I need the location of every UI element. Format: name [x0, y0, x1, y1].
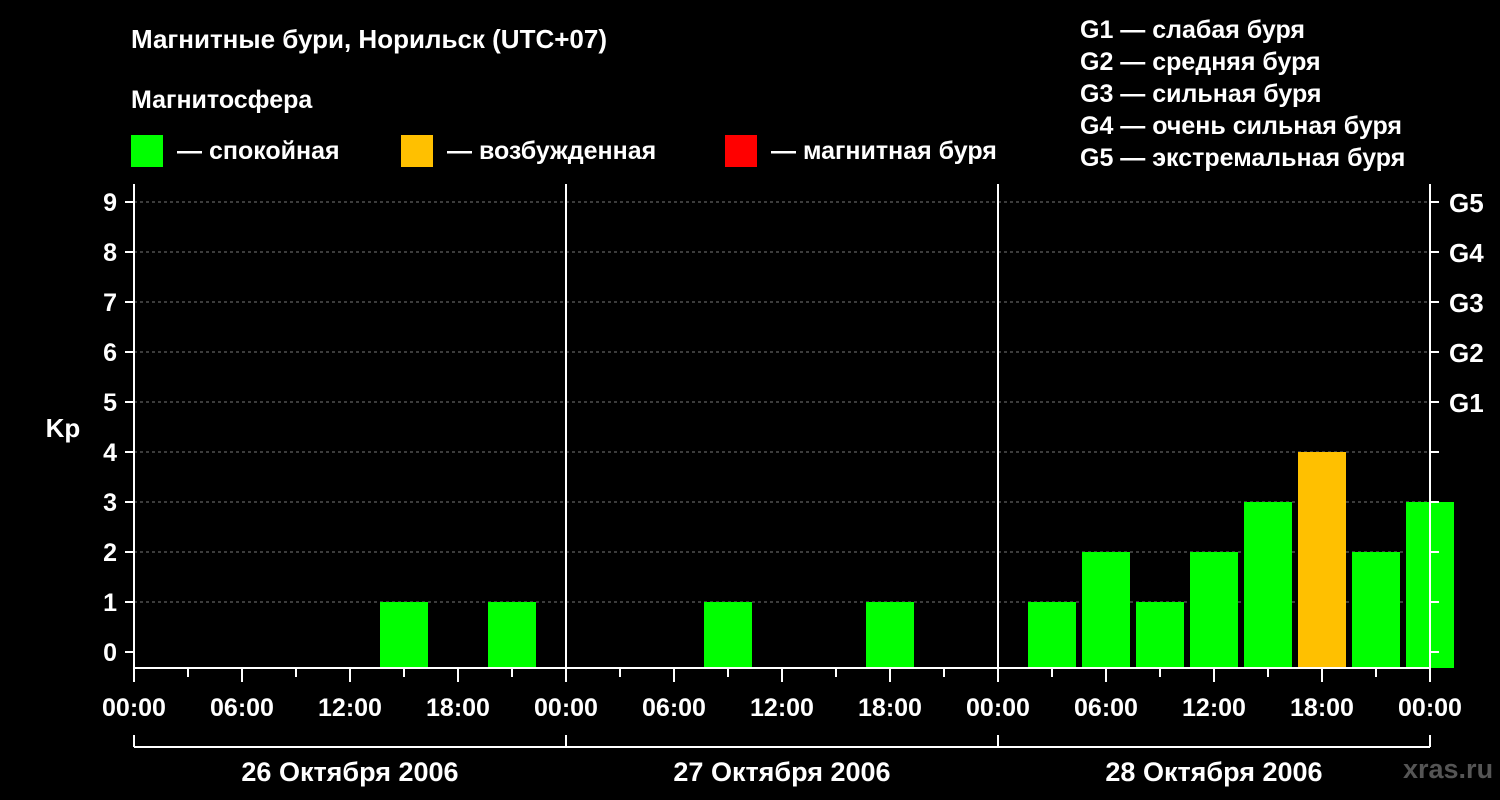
x-tick-label: 00:00	[1398, 694, 1462, 722]
kp-bar	[1028, 602, 1076, 668]
y-tick-label: 0	[103, 639, 117, 667]
kp-bar	[1352, 552, 1400, 668]
kp-bar	[1136, 602, 1184, 668]
kp-bar	[1244, 502, 1292, 668]
g-level-label: G2	[1449, 338, 1484, 368]
kp-bar	[704, 602, 752, 668]
x-tick-label: 12:00	[1182, 694, 1246, 722]
x-tick-label: 00:00	[534, 694, 598, 722]
kp-bar	[380, 602, 428, 668]
x-tick-label: 06:00	[642, 694, 706, 722]
y-tick-label: 7	[103, 289, 117, 317]
y-tick-label: 2	[103, 539, 117, 567]
x-tick-label: 18:00	[426, 694, 490, 722]
x-tick-label: 12:00	[318, 694, 382, 722]
kp-bar	[488, 602, 536, 668]
y-tick-label: 9	[103, 189, 117, 217]
kp-bar	[1082, 552, 1130, 668]
x-tick-label: 18:00	[858, 694, 922, 722]
y-tick-label: 5	[103, 389, 117, 417]
date-label: 28 Октября 2006	[1105, 757, 1322, 787]
x-tick-label: 06:00	[1074, 694, 1138, 722]
x-tick-label: 00:00	[966, 694, 1030, 722]
x-tick-label: 12:00	[750, 694, 814, 722]
y-tick-label: 1	[103, 589, 117, 617]
y-tick-label: 4	[103, 439, 117, 467]
x-tick-label: 18:00	[1290, 694, 1354, 722]
y-tick-label: 3	[103, 489, 117, 517]
kp-bar	[1190, 552, 1238, 668]
g-level-label: G4	[1449, 238, 1484, 268]
g-level-label: G5	[1449, 188, 1484, 218]
kp-bar	[1298, 452, 1346, 668]
y-tick-label: 8	[103, 239, 117, 267]
kp-bar	[866, 602, 914, 668]
y-axis-label: Kp	[46, 413, 81, 443]
date-label: 27 Октября 2006	[673, 757, 890, 787]
kp-chart: Kp 0 1 2 3 4 5 6 7 8 9 G1 G2 G3 G4 G5 00:00 06:00 12:00 18…	[46, 184, 1484, 787]
date-label: 26 Октября 2006	[241, 757, 458, 787]
g-level-label: G3	[1449, 288, 1484, 318]
watermark: xras.ru	[1403, 754, 1494, 784]
x-tick-label: 06:00	[210, 694, 274, 722]
x-tick-label: 00:00	[102, 694, 166, 722]
g-level-label: G1	[1449, 388, 1484, 418]
y-tick-label: 6	[103, 339, 117, 367]
